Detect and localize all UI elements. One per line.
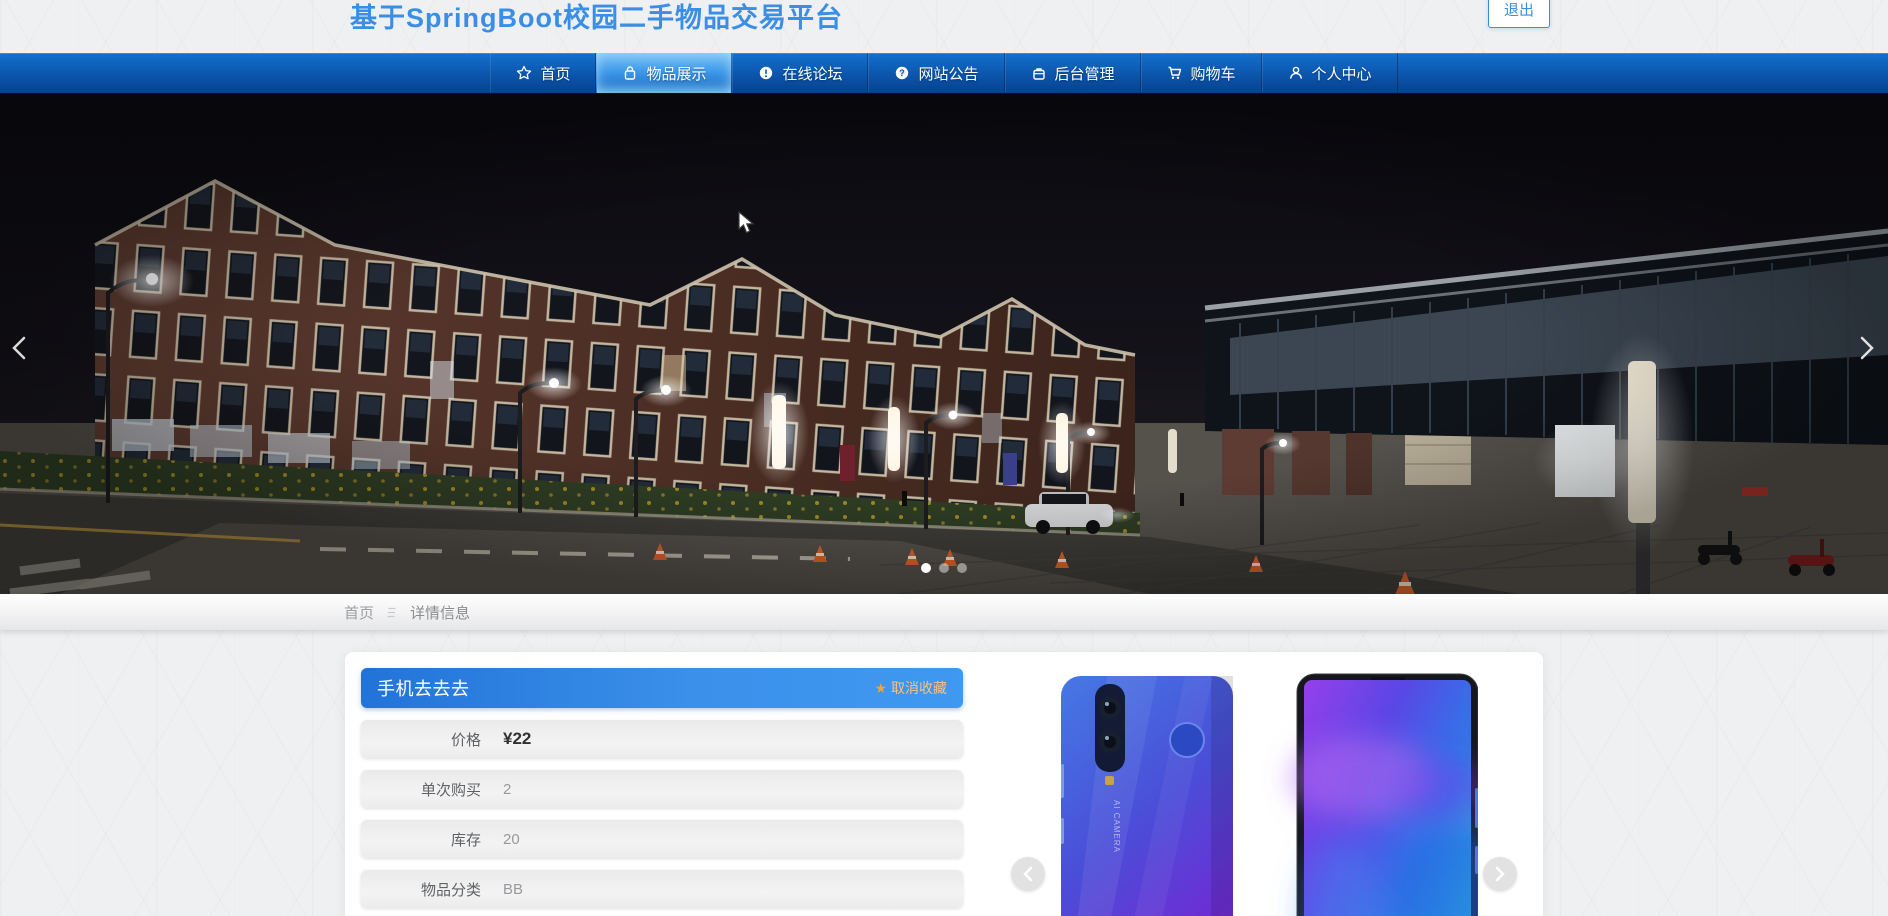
field-value-category: BB [503, 880, 524, 898]
field-label-category: 物品分类 [420, 881, 481, 899]
nav-item-label: 物品展示 [646, 65, 707, 83]
nav-item-home[interactable]: 首页 [490, 53, 597, 93]
unfavorite-button[interactable]: ★ 取消收藏 [874, 678, 947, 698]
question-circle-icon: ? [894, 65, 910, 81]
user-icon [1288, 65, 1304, 81]
star-icon: ★ [874, 679, 887, 696]
breadcrumb-item-current: 详情信息 [410, 604, 471, 622]
field-label-stock: 库存 [450, 831, 481, 849]
nav-item-label: 首页 [540, 65, 571, 83]
breadcrumb-band: 首页 详情信息 [0, 594, 1888, 630]
nav-item-cart[interactable]: 购物车 [1140, 53, 1262, 93]
breadcrumb-item-home[interactable]: 首页 [344, 602, 374, 623]
nav-item-profile[interactable]: 个人中心 [1261, 53, 1398, 93]
nav-item-admin[interactable]: 后台管理 [1004, 53, 1141, 93]
product-detail-card: 手机去去去 ★ 取消收藏 价格 ¥22 单次购买 2 库存 20 物品分类 BB [345, 652, 1543, 916]
info-circle-icon [758, 65, 774, 81]
image-prev-button[interactable] [1011, 857, 1045, 891]
breadcrumb-separator-icon [386, 607, 398, 618]
cart-icon [1167, 65, 1183, 81]
product-field-row: 库存 20 [361, 820, 963, 858]
hero-dot-3[interactable] [957, 563, 967, 573]
image-next-button[interactable] [1483, 857, 1517, 891]
hero-prev-arrow[interactable] [6, 331, 32, 365]
goods-bag-icon [622, 65, 638, 81]
admin-box-icon [1031, 65, 1047, 81]
page-title: 基于SpringBoot校园二手物品交易平台 [350, 3, 843, 33]
svg-text:?: ? [900, 68, 906, 78]
campus-night-photo [0, 93, 1888, 594]
product-field-row: 单次购买 2 [361, 770, 963, 808]
star-icon [516, 65, 532, 81]
breadcrumb: 首页 详情信息 [344, 594, 1544, 630]
nav-item-notice[interactable]: ? 网站公告 [868, 53, 1005, 93]
nav-item-label: 后台管理 [1054, 65, 1115, 83]
main-content: 手机去去去 ★ 取消收藏 价格 ¥22 单次购买 2 库存 20 物品分类 BB [0, 630, 1888, 916]
hero-dot-1[interactable] [921, 563, 931, 573]
field-label-per-purchase: 单次购买 [420, 781, 481, 799]
nav-item-forum[interactable]: 在线论坛 [732, 53, 869, 93]
main-nav: 首页 物品展示 在线论坛 ? 网站公告 后台管理 购物车 个人中心 [0, 53, 1888, 93]
product-name: 手机去去去 [377, 679, 470, 699]
product-field-row: 物品分类 BB [361, 870, 963, 908]
field-label-price: 价格 [450, 731, 481, 749]
product-field-row: 价格 ¥22 [361, 720, 963, 758]
nav-item-label: 个人中心 [1311, 65, 1372, 83]
field-value-stock: 20 [503, 830, 520, 848]
nav-item-goods[interactable]: 物品展示 [596, 53, 733, 93]
svg-text:AI CAMERA: AI CAMERA [1112, 800, 1121, 853]
logout-button[interactable]: 退出 [1487, 0, 1550, 28]
field-value-per-purchase: 2 [503, 780, 512, 798]
hero-dot-indicators [0, 563, 1888, 573]
hero-carousel [0, 93, 1888, 594]
nav-item-label: 网站公告 [918, 65, 979, 83]
nav-item-label: 购物车 [1190, 65, 1236, 83]
field-value-price: ¥22 [503, 729, 532, 748]
hero-dot-2[interactable] [939, 563, 949, 573]
hero-next-arrow[interactable] [1854, 331, 1880, 365]
nav-item-label: 在线论坛 [782, 65, 843, 83]
product-title-bar: 手机去去去 ★ 取消收藏 [361, 668, 963, 708]
site-header: 基于SpringBoot校园二手物品交易平台 退出 [0, 0, 1888, 53]
product-image: AI CAMERA [1061, 668, 1478, 916]
